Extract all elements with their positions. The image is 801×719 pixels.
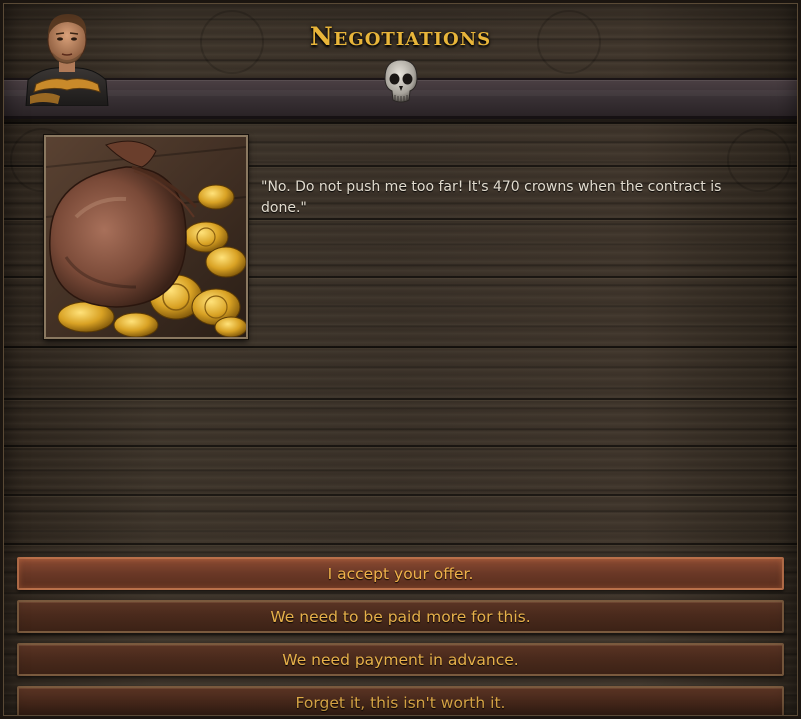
- plank-seam: [0, 494, 801, 496]
- skull-icon: [384, 59, 418, 103]
- event-description: "No. Do not push me too far! It's 470 cr…: [261, 179, 722, 216]
- negotiation-dialog: Negotiations "No. Do not push me too far…: [0, 0, 801, 719]
- character-portrait-icon: [25, 14, 109, 106]
- plank-seam: [0, 122, 801, 124]
- coin-purse-icon: [46, 137, 246, 337]
- response-options: I accept your offer. We need to be paid …: [17, 557, 784, 719]
- plank-seam: [0, 346, 801, 348]
- option-advance-payment-button[interactable]: We need payment in advance.: [17, 643, 784, 676]
- dialog-title: Negotiations: [309, 22, 492, 51]
- option-accept-offer-button[interactable]: I accept your offer.: [17, 557, 784, 590]
- plank-seam: [0, 398, 801, 400]
- plank-seam: [0, 445, 801, 447]
- option-more-pay-button[interactable]: We need to be paid more for this.: [17, 600, 784, 633]
- option-refuse-button[interactable]: Forget it, this isn't worth it.: [17, 686, 784, 719]
- plank-seam: [0, 543, 801, 545]
- coin-purse-image: [44, 135, 248, 339]
